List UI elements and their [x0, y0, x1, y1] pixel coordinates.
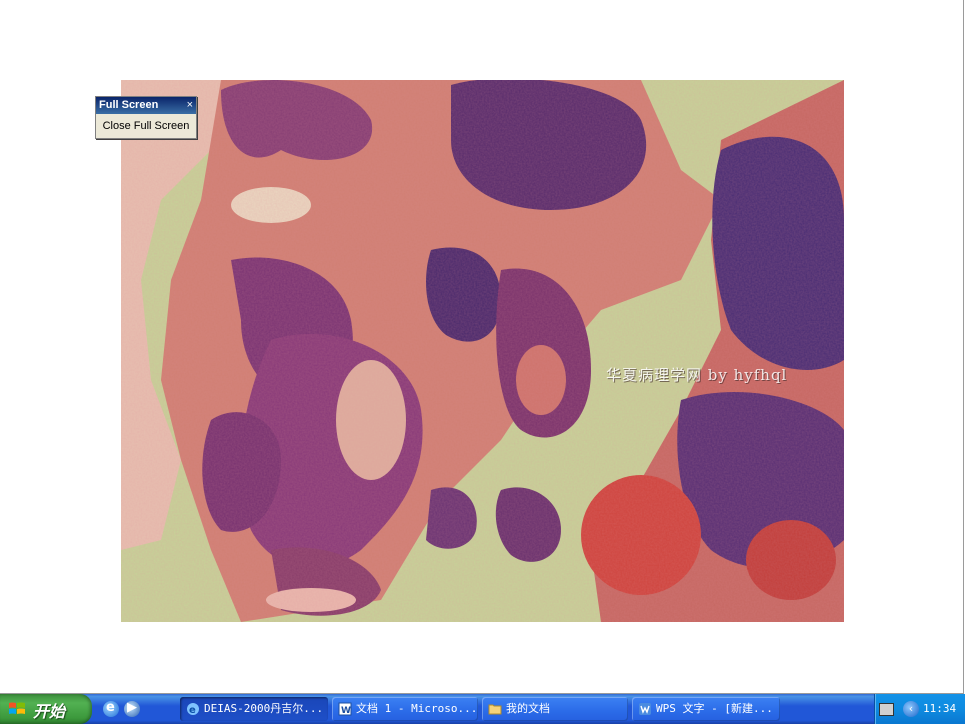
svg-text:e: e	[189, 705, 196, 716]
histology-image: 华夏病理学网 by hyfhql	[121, 80, 844, 622]
windows-logo-icon	[9, 702, 25, 714]
fullscreen-toolbar-titlebar[interactable]: Full Screen ×	[96, 97, 196, 114]
taskbar-item-wps-writer[interactable]: WPS 文字 - [新建...	[632, 697, 780, 721]
taskbar-item-label: WPS 文字 - [新建...	[656, 702, 773, 715]
expand-tray-icon[interactable]: ‹	[903, 701, 919, 717]
taskbar-item-label: 我的文档	[506, 702, 550, 715]
taskbar-item-label: 文档 1 - Microso...	[356, 702, 478, 715]
word-icon: W	[338, 702, 352, 716]
taskbar: 开始 e ▶ e DEIAS-2000丹吉尔... W 文档 1 - Micro…	[0, 694, 965, 724]
folder-icon	[488, 704, 502, 715]
keyboard-icon[interactable]	[879, 703, 894, 716]
close-icon[interactable]: ×	[187, 97, 193, 114]
taskbar-item-deias[interactable]: e DEIAS-2000丹吉尔...	[180, 697, 328, 721]
desktop: 华夏病理学网 by hyfhql Full Screen × Close Ful…	[0, 0, 965, 694]
internet-explorer-icon[interactable]: e	[103, 700, 119, 717]
ie-icon: e	[187, 703, 199, 716]
wps-icon	[639, 703, 651, 715]
start-label: 开始	[33, 702, 66, 721]
taskbar-item-word-document[interactable]: W 文档 1 - Microso...	[332, 697, 478, 721]
system-tray: ‹ 11:34	[874, 694, 965, 724]
svg-text:W: W	[341, 706, 351, 716]
taskbar-item-label: DEIAS-2000丹吉尔...	[204, 702, 324, 715]
start-button[interactable]: 开始	[0, 694, 92, 724]
watermark-text: 华夏病理学网 by hyfhql	[606, 366, 788, 384]
taskbar-item-my-documents[interactable]: 我的文档	[482, 697, 628, 721]
clock[interactable]: 11:34	[923, 702, 956, 715]
close-full-screen-button[interactable]: Close Full Screen	[99, 116, 193, 136]
fullscreen-toolbar-title: Full Screen	[99, 99, 159, 111]
media-player-icon[interactable]: ▶	[124, 700, 140, 717]
fullscreen-toolbar[interactable]: Full Screen × Close Full Screen	[95, 96, 197, 139]
